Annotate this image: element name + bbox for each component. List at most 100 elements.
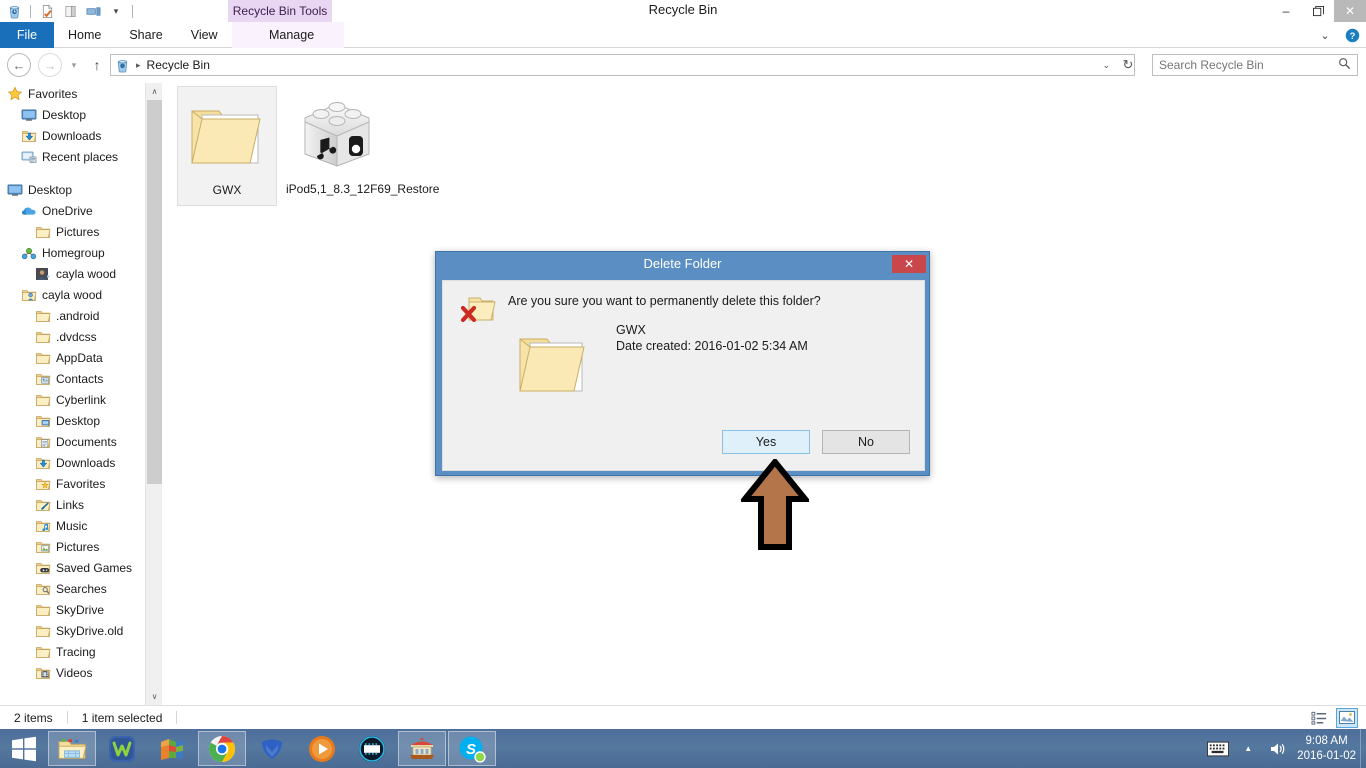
navpane-scrollbar[interactable]: ∧ ∨ — [145, 83, 162, 705]
large-icons-view-icon[interactable] — [1336, 707, 1358, 728]
details-view-icon[interactable] — [1308, 708, 1330, 728]
taskbar: S ▲ 9:08 AM 2016-01-02 — [0, 729, 1366, 768]
user-folder-icon — [20, 286, 37, 303]
clock[interactable]: 9:08 AM 2016-01-02 — [1297, 734, 1362, 764]
sidebar-item-skydrive[interactable]: SkyDrive — [0, 599, 145, 620]
search-icon[interactable] — [1338, 57, 1351, 73]
sidebar-item-pictures[interactable]: Pictures — [0, 536, 145, 557]
status-bar-left: 2 items 1 item selected — [0, 711, 178, 725]
refresh-button[interactable]: ↻ — [1117, 54, 1139, 76]
recycle-bin-icon[interactable] — [115, 58, 130, 73]
star-icon — [6, 85, 23, 102]
documents-icon — [34, 433, 51, 450]
back-button[interactable]: ← — [7, 53, 31, 77]
sidebar-item-dvdcss[interactable]: .dvdcss — [0, 326, 145, 347]
recent-locations-icon[interactable]: ▾ — [66, 53, 82, 77]
downloads-icon — [20, 127, 37, 144]
search-box[interactable]: Search Recycle Bin — [1152, 54, 1358, 76]
sidebar-item-tracing[interactable]: Tracing — [0, 641, 145, 662]
sidebar-item-skydrive-old[interactable]: SkyDrive.old — [0, 620, 145, 641]
sidebar-item-searches[interactable]: Searches — [0, 578, 145, 599]
up-button[interactable]: ↑ — [86, 53, 108, 77]
sidebar-item-videos[interactable]: Videos — [0, 662, 145, 683]
scroll-up-arrow-icon[interactable]: ∧ — [146, 83, 163, 100]
sidebar-item-links[interactable]: Links — [0, 494, 145, 515]
sidebar-item-cayla-wood[interactable]: cayla wood — [0, 263, 145, 284]
search-input[interactable]: Search Recycle Bin — [1159, 58, 1264, 72]
malwarebytes-icon[interactable] — [248, 731, 296, 766]
sidebar-item-saved-games[interactable]: Saved Games — [0, 557, 145, 578]
breadcrumb-item-recycle-bin[interactable]: Recycle Bin — [147, 58, 210, 72]
wondershare-icon[interactable] — [98, 731, 146, 766]
winrar-icon[interactable] — [148, 731, 196, 766]
scroll-down-arrow-icon[interactable]: ∨ — [146, 688, 163, 705]
sidebar-item-label: AppData — [56, 350, 103, 365]
clock-date: 2016-01-02 — [1297, 749, 1356, 762]
navigation-pane[interactable]: Favorites Desktop Downloads Recent places De… — [0, 83, 145, 705]
sidebar-item-music[interactable]: Music — [0, 515, 145, 536]
sidebar-item-contacts[interactable]: Contacts — [0, 368, 145, 389]
folder-icon — [34, 643, 51, 660]
tab-file[interactable]: File — [0, 22, 54, 48]
maximize-button[interactable] — [1302, 0, 1334, 22]
sidebar-item-documents[interactable]: Documents — [0, 431, 145, 452]
sidebar-item-desktop[interactable]: Desktop — [0, 179, 145, 200]
sidebar-item-cyberlink[interactable]: Cyberlink — [0, 389, 145, 410]
ribbon-collapse-icon[interactable]: ⌄ — [1314, 29, 1336, 42]
ribbon-right-controls: ⌄ ? — [1314, 22, 1364, 48]
keyboard-icon[interactable] — [1207, 738, 1230, 760]
no-button[interactable]: No — [822, 430, 910, 454]
homegroup-icon — [20, 244, 37, 261]
tab-manage[interactable]: Manage — [239, 22, 344, 48]
sidebar-item-favorites[interactable]: Favorites — [0, 473, 145, 494]
tab-share[interactable]: Share — [115, 22, 176, 48]
video-converter-icon[interactable] — [348, 731, 396, 766]
sidebar-item-label: cayla wood — [56, 266, 117, 281]
sidebar-item-desktop[interactable]: Desktop — [0, 410, 145, 431]
file-explorer-icon[interactable] — [48, 731, 96, 766]
sidebar-item-pictures[interactable]: Pictures — [0, 221, 145, 242]
forward-button[interactable]: → — [38, 53, 62, 77]
google-chrome-icon[interactable] — [198, 731, 246, 766]
dialog-close-button[interactable]: ✕ — [892, 255, 926, 273]
yes-button[interactable]: Yes — [722, 430, 810, 454]
sidebar-item-desktop[interactable]: Desktop — [0, 104, 145, 125]
sidebar-item-appdata[interactable]: AppData — [0, 347, 145, 368]
sidebar-item-downloads[interactable]: Downloads — [0, 452, 145, 473]
show-desktop-button[interactable] — [1360, 729, 1366, 768]
address-bar[interactable]: ▸ Recycle Bin ⌄ — [110, 54, 1135, 76]
sidebar-item-recent-places[interactable]: Recent places — [0, 146, 145, 167]
status-separator-2 — [176, 711, 178, 724]
breadcrumb-separator[interactable]: ▸ — [130, 60, 147, 71]
carousel-app-icon[interactable] — [398, 731, 446, 766]
dialog-body: Are you sure you want to permanently del… — [442, 280, 925, 471]
file-item-gwx[interactable]: GWX — [177, 86, 277, 206]
scrollbar-thumb[interactable] — [147, 100, 162, 484]
tab-view[interactable]: View — [177, 22, 232, 48]
sidebar-item-label: Homegroup — [42, 245, 105, 260]
file-item-ipsw[interactable]: iPod5,1_8.3_12F69_Restore — [286, 86, 439, 206]
minimize-button[interactable]: – — [1270, 0, 1302, 22]
sidebar-item-cayla-wood[interactable]: cayla wood — [0, 284, 145, 305]
sidebar-item-label: .android — [56, 308, 100, 323]
chevron-down-icon[interactable]: ⌄ — [1102, 60, 1110, 71]
sidebar-item-label: Favorites — [28, 86, 78, 101]
windows-logo-icon[interactable] — [0, 729, 47, 768]
sidebar-item-onedrive[interactable]: OneDrive — [0, 200, 145, 221]
media-player-icon[interactable] — [298, 731, 346, 766]
speaker-icon[interactable] — [1267, 738, 1289, 760]
view-mode-buttons — [1308, 707, 1358, 728]
sidebar-item-downloads[interactable]: Downloads — [0, 125, 145, 146]
tab-home[interactable]: Home — [54, 22, 115, 48]
sidebar-item-label: Searches — [56, 581, 107, 596]
sidebar-item-homegroup[interactable]: Homegroup — [0, 242, 145, 263]
dialog-item-name: GWX — [616, 323, 646, 337]
skype-icon[interactable]: S — [448, 731, 496, 766]
close-button[interactable]: ✕ — [1334, 0, 1366, 22]
downloads-icon — [34, 454, 51, 471]
sidebar-item-favorites[interactable]: Favorites — [0, 83, 145, 104]
folder-windows-icon — [516, 329, 588, 401]
show-hidden-icons-icon[interactable]: ▲ — [1237, 738, 1259, 760]
sidebar-item-android[interactable]: .android — [0, 305, 145, 326]
help-icon[interactable]: ? — [1340, 28, 1364, 43]
